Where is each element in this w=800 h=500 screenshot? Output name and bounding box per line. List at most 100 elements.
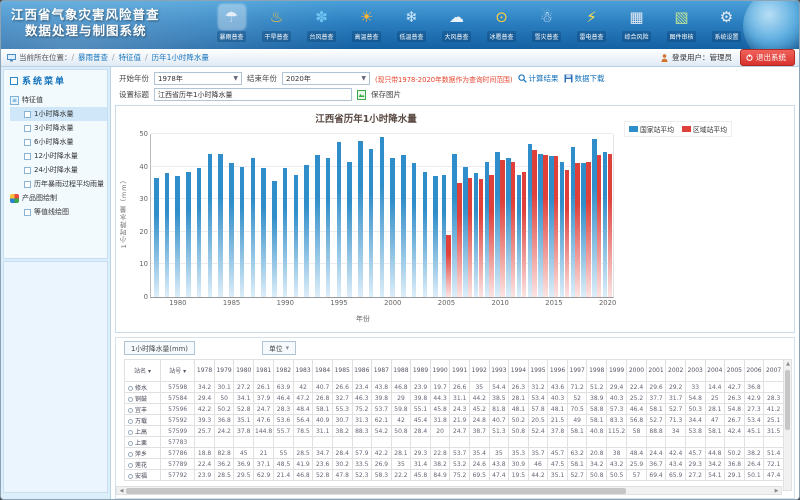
- bar-regional-2012: [522, 172, 527, 298]
- tree-group-特征值[interactable]: ≡特征值: [10, 93, 107, 107]
- station-name-cell[interactable]: 莲花: [125, 459, 161, 470]
- value-cell: [509, 437, 529, 448]
- breadcrumb-segment[interactable]: 历年1小时降水量: [152, 52, 209, 63]
- table-row-万载: 万载5759239.336.835.147.653.656.440.930.73…: [125, 415, 784, 426]
- station-name-cell[interactable]: 上栗: [125, 437, 161, 448]
- y-tick-label: 40: [130, 163, 148, 171]
- value-cell: 52.4: [528, 426, 548, 437]
- station-name-cell[interactable]: 安福: [125, 470, 161, 481]
- expand-row-icon[interactable]: [128, 452, 133, 457]
- sidebar-item-1小时降水量[interactable]: 1小时降水量: [10, 107, 107, 121]
- station-name-cell[interactable]: 上高: [125, 426, 161, 437]
- breadcrumb-separator: /: [72, 53, 75, 62]
- expand-row-icon[interactable]: [128, 430, 133, 435]
- sidebar-title: 系统菜单: [4, 70, 107, 91]
- globe-graphic: [743, 1, 800, 49]
- breadcrumb-segment[interactable]: 特征值: [119, 52, 142, 63]
- nav-item-冰雹普查[interactable]: ⊙冰雹普查: [479, 5, 524, 47]
- value-cell: 36.9: [234, 459, 254, 470]
- save-image-button[interactable]: 保存图片: [371, 89, 401, 100]
- scroll-left-icon[interactable]: ◀: [117, 487, 126, 495]
- vertical-scrollbar[interactable]: ▲: [783, 359, 792, 491]
- nav-item-低温普查[interactable]: ❄低温普查: [389, 5, 434, 47]
- expand-row-icon[interactable]: [128, 441, 133, 446]
- tree-item-label: 6小时降水量: [34, 137, 73, 147]
- calc-result-button[interactable]: 计算结果: [518, 73, 559, 84]
- nav-item-台风普查[interactable]: ✽台风普查: [299, 5, 344, 47]
- nav-item-暴雨普查[interactable]: ☂暴雨普查: [209, 5, 254, 47]
- data-table-section: 1小时降水量(mm) 单位 ▾ 站名 ▾站号 ▾1978197919801981…: [115, 337, 795, 499]
- nav-item-图件审核[interactable]: ▧图件审核: [659, 5, 704, 47]
- sidebar-item-6小时降水量[interactable]: 6小时降水量: [10, 135, 107, 149]
- expand-row-icon[interactable]: [128, 397, 133, 402]
- sidebar-item-24小时降水量[interactable]: 24小时降水量: [10, 163, 107, 177]
- tree-group-产品图绘制[interactable]: 产品图绘制: [10, 191, 107, 205]
- value-cell: 54.8: [725, 404, 745, 415]
- set-title-label: 设置标题: [119, 89, 149, 100]
- breadcrumb-segment[interactable]: 暴雨普查: [78, 52, 108, 63]
- checkbox-icon: [24, 209, 31, 216]
- col-header-station-id[interactable]: 站号 ▾: [161, 360, 195, 382]
- year-slot-2005: [441, 134, 452, 297]
- nav-item-干旱普查[interactable]: ♨干旱普查: [254, 5, 299, 47]
- col-header-year: 1999: [607, 360, 627, 382]
- value-cell: 23.6: [313, 459, 333, 470]
- value-cell: 28.1: [509, 393, 529, 404]
- vertical-scroll-thumb[interactable]: [785, 370, 790, 430]
- start-year-select[interactable]: 1978年▼: [154, 72, 242, 85]
- nav-item-大风普查[interactable]: ☁大风普查: [434, 5, 479, 47]
- scroll-up-icon[interactable]: ▲: [784, 360, 792, 369]
- chart-title-input[interactable]: 江西省历年1小时降水量: [154, 88, 352, 101]
- bar-national-1996: [347, 162, 352, 297]
- station-name-cell[interactable]: 萍乡: [125, 448, 161, 459]
- sidebar-item-3小时降水量[interactable]: 3小时降水量: [10, 121, 107, 135]
- year-slot-1992: [301, 134, 312, 297]
- col-header-station-name[interactable]: 站名 ▾: [125, 360, 161, 382]
- year-slot-1991: [291, 134, 302, 297]
- value-cell: [528, 437, 548, 448]
- sidebar-item-12小时降水量[interactable]: 12小时降水量: [10, 149, 107, 163]
- station-name-cell[interactable]: 修水: [125, 382, 161, 393]
- scroll-right-icon[interactable]: ▶: [772, 487, 781, 495]
- nav-item-雷电普查[interactable]: ⚡雷电普查: [569, 5, 614, 47]
- station-name-cell[interactable]: 万载: [125, 415, 161, 426]
- nav-item-label: 综合风险: [622, 31, 650, 42]
- value-cell: 44.2: [469, 393, 489, 404]
- sidebar-item-等值线绘图[interactable]: 等值线绘图: [10, 205, 107, 219]
- station-name-cell[interactable]: 铜鼓: [125, 393, 161, 404]
- sidebar-item-历年暴雨过程平均雨量[interactable]: 历年暴雨过程平均雨量: [10, 177, 107, 191]
- tree-item-label: 等值线绘图: [34, 207, 69, 217]
- value-cell: 40.9: [313, 415, 333, 426]
- app-title-line1: 江西省气象灾害风险普查: [11, 7, 160, 23]
- expand-row-icon[interactable]: [128, 463, 133, 468]
- nav-item-雪灾普查[interactable]: ☃雪灾普查: [524, 5, 569, 47]
- value-cell: 63.9: [274, 382, 294, 393]
- expand-row-icon[interactable]: [128, 408, 133, 413]
- value-cell: 24.2: [214, 426, 234, 437]
- value-cell: 42: [293, 382, 313, 393]
- station-name-cell[interactable]: 宜丰: [125, 404, 161, 415]
- y-tick-label: 10: [130, 260, 148, 268]
- nav-item-高温普查[interactable]: ☀高温普查: [344, 5, 389, 47]
- nav-item-综合风险[interactable]: ▦综合风险: [614, 5, 659, 47]
- table-row-修水: 修水5759834.230.127.226.163.94240.726.623.…: [125, 382, 784, 393]
- horizontal-scrollbar[interactable]: ◀ ▶: [116, 486, 782, 495]
- table-tab-1h-precip[interactable]: 1小时降水量(mm): [124, 341, 195, 355]
- horizontal-scroll-thumb[interactable]: [126, 488, 626, 494]
- station-id-cell: 57786: [161, 448, 195, 459]
- data-download-button[interactable]: 数据下载: [564, 73, 605, 84]
- expand-row-icon[interactable]: [128, 419, 133, 424]
- value-cell: 75.2: [450, 470, 470, 481]
- value-cell: 31.5: [764, 426, 784, 437]
- expand-row-icon[interactable]: [128, 386, 133, 391]
- unit-select[interactable]: 单位 ▾: [262, 341, 296, 355]
- end-year-select[interactable]: 2020年▼: [282, 72, 370, 85]
- value-cell: 30.2: [332, 459, 352, 470]
- value-cell: 26.9: [372, 459, 392, 470]
- value-cell: 53.4: [528, 393, 548, 404]
- logout-button[interactable]: 退出系统: [740, 49, 795, 66]
- expand-row-icon[interactable]: [128, 474, 133, 479]
- value-cell: 30.7: [332, 415, 352, 426]
- nav-item-label: 系统设置: [712, 31, 740, 42]
- value-cell: 47.2: [293, 393, 313, 404]
